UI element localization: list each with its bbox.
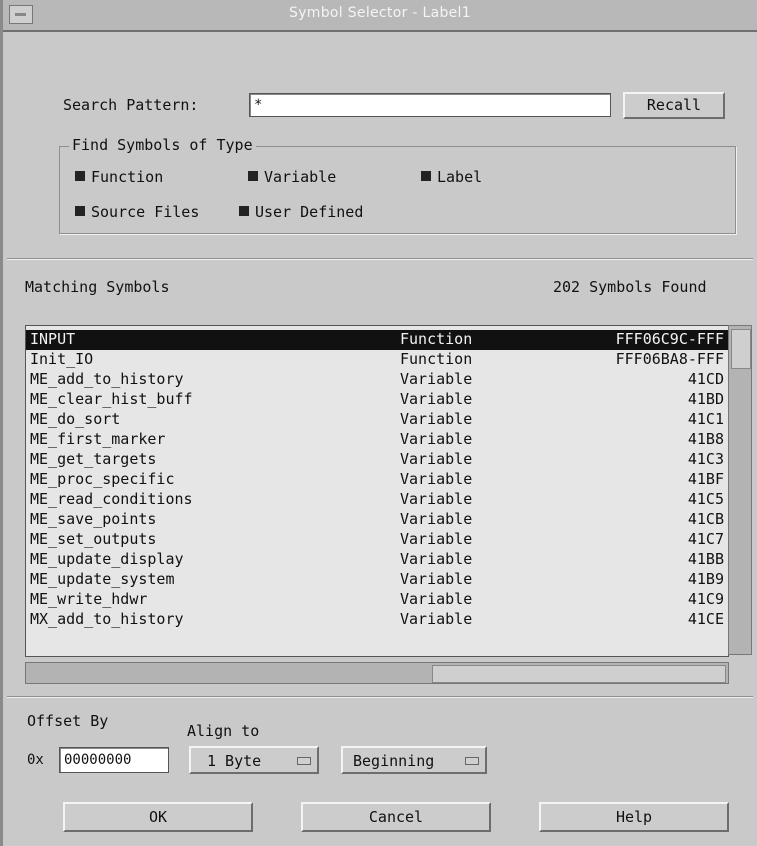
list-item[interactable]: ME_do_sort Variable 41C1: [26, 410, 728, 430]
list-item[interactable]: ME_set_outputs Variable 41C7: [26, 530, 728, 550]
list-item[interactable]: MX_add_to_history Variable 41CE: [26, 610, 728, 630]
symbols-found-count: 202 Symbols Found: [553, 278, 707, 296]
checkbox-checked-icon: [421, 171, 431, 181]
scrollbar-thumb[interactable]: [432, 665, 726, 683]
align-position-dropdown[interactable]: Beginning: [341, 746, 487, 774]
list-item[interactable]: ME_first_marker Variable 41B8: [26, 430, 728, 450]
matching-symbols-label: Matching Symbols: [25, 278, 170, 296]
search-pattern-label: Search Pattern:: [63, 96, 199, 114]
separator: [7, 258, 753, 260]
list-item[interactable]: ME_save_points Variable 41CB: [26, 510, 728, 530]
checkbox-function[interactable]: Function: [75, 168, 163, 186]
window-title: Symbol Selector - Label1: [289, 5, 471, 21]
list-item[interactable]: ME_read_conditions Variable 41C5: [26, 490, 728, 510]
list-item[interactable]: ME_add_to_history Variable 41CD: [26, 370, 728, 390]
find-symbols-title: Find Symbols of Type: [69, 136, 256, 154]
offset-input[interactable]: 00000000: [59, 747, 169, 773]
align-position-value: Beginning: [353, 752, 435, 770]
list-item[interactable]: ME_get_targets Variable 41C3: [26, 450, 728, 470]
align-size-dropdown[interactable]: 1 Byte: [189, 746, 319, 774]
list-item[interactable]: INPUT Function FFF06C9C-FFF: [26, 330, 728, 350]
list-item[interactable]: ME_update_system Variable 41B9: [26, 570, 728, 590]
help-button[interactable]: Help: [539, 802, 729, 832]
ok-button[interactable]: OK: [63, 802, 253, 832]
hex-prefix: 0x: [27, 752, 44, 768]
option-menu-icon: [465, 757, 479, 765]
separator: [7, 696, 753, 698]
checkbox-checked-icon: [75, 171, 85, 181]
align-to-label: Align to: [187, 722, 260, 740]
list-item[interactable]: Init_IO Function FFF06BA8-FFF: [26, 350, 728, 370]
list-item[interactable]: ME_proc_specific Variable 41BF: [26, 470, 728, 490]
offset-by-label: Offset By: [27, 712, 109, 730]
list-item[interactable]: ME_clear_hist_buff Variable 41BD: [26, 390, 728, 410]
checkbox-checked-icon: [248, 171, 258, 181]
align-size-value: 1 Byte: [207, 752, 262, 770]
recall-button[interactable]: Recall: [623, 92, 725, 119]
title-bar[interactable]: Symbol Selector - Label1: [3, 0, 757, 32]
checkbox-checked-icon: [239, 206, 249, 216]
checkbox-variable[interactable]: Variable: [248, 168, 336, 186]
option-menu-icon: [297, 757, 311, 765]
checkbox-label[interactable]: Label: [421, 168, 482, 186]
symbol-list[interactable]: INPUT Function FFF06C9C-FFF Init_IO Func…: [25, 325, 729, 657]
vertical-scrollbar[interactable]: [728, 325, 752, 655]
checkbox-user-defined[interactable]: User Defined: [239, 203, 363, 221]
list-item[interactable]: ME_write_hdwr Variable 41C9: [26, 590, 728, 610]
cancel-button[interactable]: Cancel: [301, 802, 491, 832]
checkbox-source-files[interactable]: Source Files: [75, 203, 199, 221]
horizontal-scrollbar[interactable]: [25, 662, 729, 684]
scrollbar-thumb[interactable]: [731, 329, 751, 369]
list-item[interactable]: ME_update_display Variable 41BB: [26, 550, 728, 570]
checkbox-checked-icon: [75, 206, 85, 216]
search-pattern-input[interactable]: *: [249, 93, 611, 117]
symbol-selector-window: Symbol Selector - Label1 Search Pattern:…: [0, 0, 757, 846]
